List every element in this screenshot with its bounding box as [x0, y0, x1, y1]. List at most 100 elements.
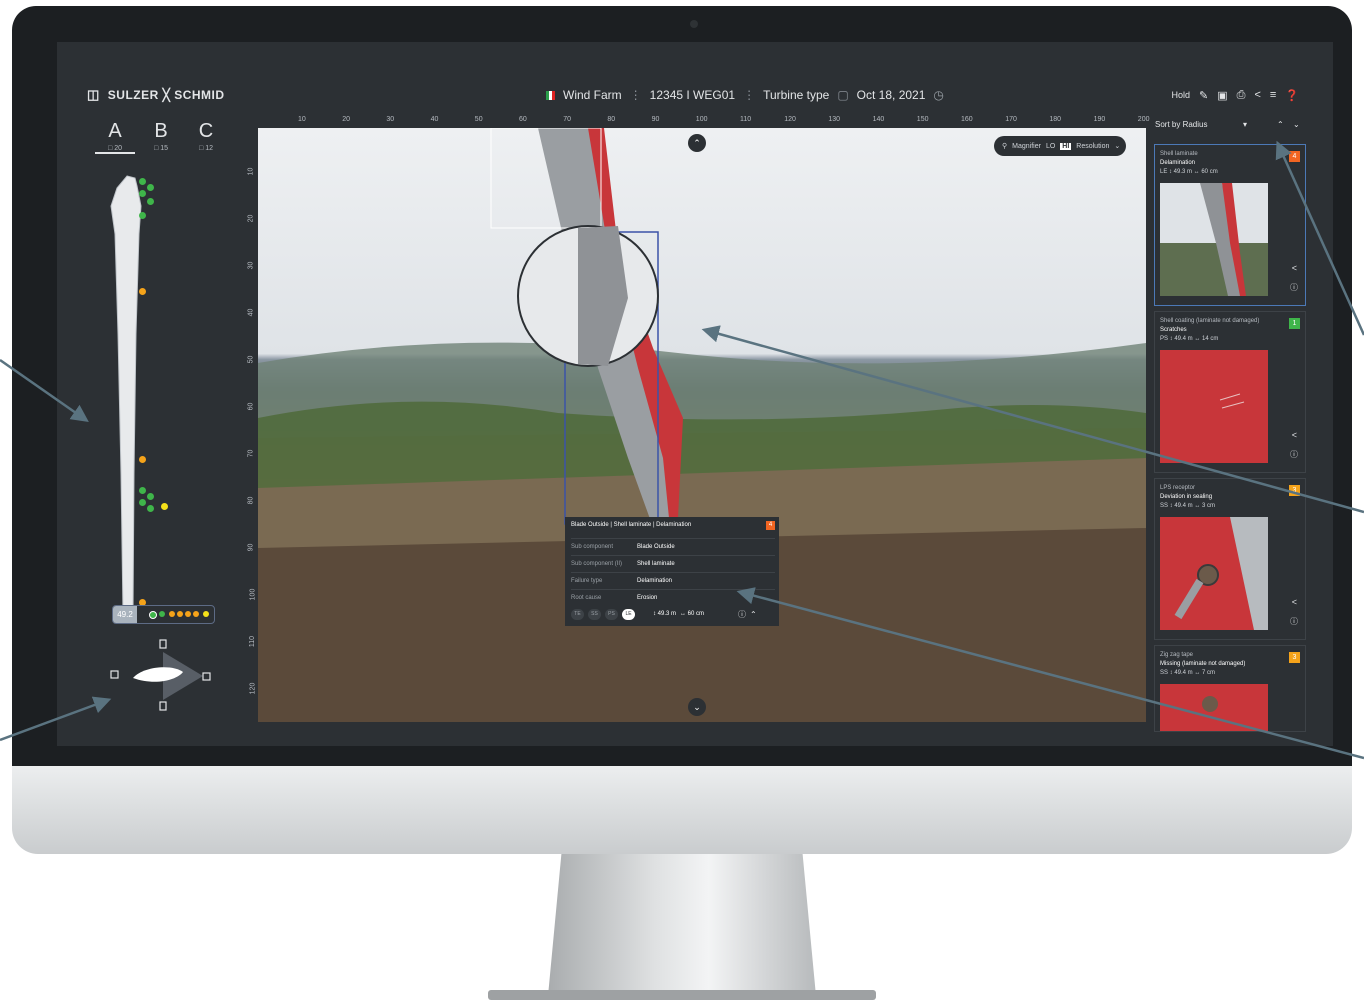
- info-icon[interactable]: ⓘ: [1290, 282, 1298, 293]
- share-icon[interactable]: <: [1292, 430, 1297, 440]
- finding-marker[interactable]: [169, 611, 175, 617]
- finding-marker[interactable]: [147, 505, 154, 512]
- print-icon[interactable]: ⎙: [1237, 89, 1246, 102]
- ruler-vertical: 10 20 30 40 50 60 70 80 90 100 110 120: [244, 128, 258, 722]
- finding-marker[interactable]: [185, 611, 191, 617]
- finding-card[interactable]: Shell coating (laminate not damaged) Scr…: [1154, 311, 1306, 473]
- finding-marker[interactable]: [139, 499, 146, 506]
- finding-meta: SS ↕ 49.4 m ↔ 7 cm: [1160, 670, 1216, 676]
- help-icon[interactable]: ❓: [1285, 89, 1299, 102]
- history-icon[interactable]: ◷: [933, 88, 943, 102]
- camera-icon: [690, 20, 698, 28]
- finding-thumbnail[interactable]: [1160, 517, 1268, 630]
- finding-type: Missing (laminate not damaged): [1160, 661, 1246, 667]
- sort-dropdown[interactable]: Sort by Radius ▾ ⌃ ⌄: [1155, 120, 1305, 129]
- blade-diagram[interactable]: [105, 174, 145, 624]
- ruler-tick-label: 10: [298, 116, 306, 123]
- row-key: Failure type: [571, 578, 603, 584]
- chevron-up-icon[interactable]: ⌃: [1277, 120, 1284, 129]
- finding-component: Shell laminate: [1160, 151, 1198, 157]
- blade-tab-b[interactable]: B □ 15: [141, 120, 181, 152]
- ruler-tick-label: 30: [386, 116, 395, 123]
- finding-card[interactable]: Zig zag tape Missing (laminate not damag…: [1154, 645, 1306, 732]
- finding-marker[interactable]: [139, 190, 146, 197]
- chevron-up-icon[interactable]: ⌃: [750, 610, 757, 619]
- share-icon[interactable]: <: [1292, 263, 1297, 273]
- finding-marker[interactable]: [139, 178, 146, 185]
- turbine-id[interactable]: 12345 I WEG01: [650, 88, 735, 102]
- screen: ◫ SULZER ╳ SCHMID Wind Farm ⋮ 12345 I WE…: [57, 42, 1333, 746]
- share-icon[interactable]: <: [1254, 89, 1260, 101]
- info-icon[interactable]: ⓘ: [738, 609, 746, 620]
- ruler-tick-label: 90: [247, 543, 255, 552]
- ruler-tick-label: 180: [1049, 116, 1062, 123]
- radius-value: 49.2: [113, 606, 137, 623]
- finding-marker[interactable]: [147, 198, 154, 205]
- sidebar-toggle-icon[interactable]: ◫: [87, 87, 100, 103]
- separator-icon: ⋮: [743, 88, 756, 102]
- popup-row: Root cause Erosion: [571, 589, 775, 607]
- blade-tab-a[interactable]: A □ 20: [95, 120, 135, 154]
- ruler-tick-label: 90: [651, 116, 660, 123]
- finding-type: Scratches: [1160, 327, 1187, 333]
- finding-marker[interactable]: [147, 493, 154, 500]
- side-ps[interactable]: PS: [605, 608, 618, 620]
- ruler-tick-label: 70: [563, 116, 571, 123]
- finding-count: □ 12: [199, 145, 213, 152]
- finding-marker[interactable]: [139, 288, 146, 295]
- turbine-type[interactable]: Turbine type: [763, 88, 829, 102]
- finding-marker[interactable]: [139, 212, 146, 219]
- finding-marker[interactable]: [193, 611, 199, 617]
- row-value: Blade Outside: [637, 544, 675, 550]
- scroll-up-button[interactable]: ⌃: [688, 134, 706, 152]
- radius-indicator[interactable]: 49.2: [112, 605, 215, 624]
- finding-card[interactable]: Shell laminate Delamination LE ↕ 49.3 m …: [1154, 144, 1306, 306]
- chevron-down-icon[interactable]: ⌄: [1114, 142, 1120, 150]
- finding-marker[interactable]: [149, 611, 157, 619]
- inspection-photo[interactable]: ⌃ ⌄ ⚲ Magnifier LO HI Resolution ⌄ Blade…: [258, 128, 1146, 722]
- ruler-tick-label: 40: [430, 116, 439, 123]
- monitor-chin: [12, 766, 1352, 854]
- airfoil-view[interactable]: [103, 636, 223, 716]
- popup-title: Blade Outside | Shell laminate | Delamin…: [571, 522, 692, 528]
- finding-marker[interactable]: [177, 611, 183, 617]
- finding-marker[interactable]: [159, 611, 165, 617]
- side-te[interactable]: TE: [571, 608, 584, 620]
- sort-label: Sort by Radius: [1155, 120, 1208, 129]
- row-key: Root cause: [571, 595, 602, 601]
- scroll-down-button[interactable]: ⌄: [688, 698, 706, 716]
- camera-top-icon: [159, 639, 167, 649]
- share-icon[interactable]: <: [1292, 597, 1297, 607]
- finding-marker[interactable]: [203, 611, 209, 617]
- resolution-hi[interactable]: HI: [1060, 142, 1072, 150]
- finding-marker[interactable]: [161, 503, 168, 510]
- calendar-icon: ▢: [837, 88, 849, 102]
- info-icon[interactable]: ⓘ: [1290, 449, 1298, 460]
- info-icon[interactable]: ⓘ: [1290, 616, 1298, 627]
- resolution-lo[interactable]: LO: [1046, 143, 1055, 150]
- filter-icon[interactable]: ≡: [1270, 89, 1276, 101]
- inspection-date[interactable]: Oct 18, 2021: [857, 88, 926, 102]
- pen-icon[interactable]: ✎: [1199, 89, 1208, 102]
- finding-thumbnail[interactable]: [1160, 684, 1268, 732]
- finding-thumbnail[interactable]: [1160, 350, 1268, 463]
- magnifier-control[interactable]: ⚲ Magnifier LO HI Resolution ⌄: [994, 136, 1126, 156]
- finding-meta: SS ↕ 49.4 m ↔ 3 cm: [1160, 503, 1216, 509]
- chevron-down-icon[interactable]: ⌄: [1293, 120, 1300, 129]
- side-le[interactable]: LE: [622, 608, 635, 620]
- camera-right-icon: [202, 672, 211, 681]
- row-key: Sub component (II): [571, 561, 623, 567]
- finding-thumbnail[interactable]: [1160, 183, 1268, 296]
- camera-capture-icon[interactable]: ▣: [1217, 89, 1227, 102]
- blade-tab-c[interactable]: C □ 12: [186, 120, 226, 152]
- blade-label: A: [108, 120, 122, 142]
- hold-label: Hold: [1171, 90, 1190, 100]
- finding-marker[interactable]: [139, 456, 146, 463]
- finding-card[interactable]: LPS receptor Deviation in sealing SS ↕ 4…: [1154, 478, 1306, 640]
- photo-scene: [258, 128, 1146, 722]
- wind-farm-name[interactable]: Wind Farm: [563, 88, 622, 102]
- finding-marker[interactable]: [147, 184, 154, 191]
- finding-component: Zig zag tape: [1160, 652, 1194, 658]
- side-ss[interactable]: SS: [588, 608, 601, 620]
- finding-marker[interactable]: [139, 487, 146, 494]
